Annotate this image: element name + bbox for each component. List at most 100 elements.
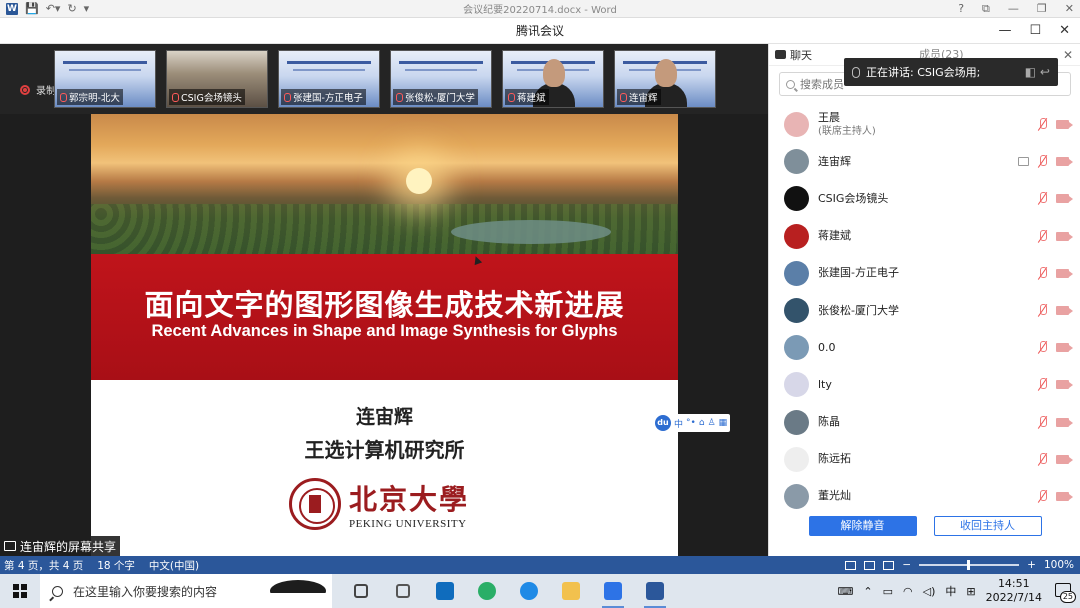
- video-tile[interactable]: 张俊松-厦门大学: [390, 50, 492, 108]
- close-icon[interactable]: ✕: [1065, 2, 1074, 16]
- speaking-controls[interactable]: ◧ ↩: [1025, 65, 1050, 79]
- mic-muted-icon[interactable]: [1037, 378, 1048, 391]
- camera-off-icon[interactable]: [1056, 194, 1073, 204]
- taskbar-search[interactable]: 在这里输入你要搜索的内容: [40, 574, 332, 608]
- mic-muted-icon[interactable]: [1037, 415, 1048, 429]
- camera-off-icon[interactable]: [1056, 491, 1073, 501]
- panel-close-icon[interactable]: ✕: [1063, 44, 1073, 66]
- camera-off-icon[interactable]: [1056, 454, 1073, 464]
- mic-muted-icon[interactable]: [1037, 489, 1048, 503]
- member-name: 董光灿: [818, 489, 851, 503]
- video-tile[interactable]: CSIG会场镜头: [166, 50, 268, 108]
- reclaim-host-button[interactable]: 收回主持人: [933, 516, 1042, 536]
- zoom-out-button[interactable]: −: [902, 559, 911, 571]
- battery-icon[interactable]: ▭: [883, 585, 893, 598]
- taskbar-app-edge[interactable]: [508, 574, 550, 608]
- mic-muted-icon[interactable]: [1037, 192, 1048, 205]
- camera-off-icon[interactable]: [1056, 120, 1073, 130]
- taskbar-app-wechat[interactable]: [466, 574, 508, 608]
- camera-off-icon[interactable]: [1056, 306, 1073, 316]
- mic-muted-icon[interactable]: [1037, 266, 1048, 280]
- restore-icon[interactable]: ❐: [1037, 2, 1047, 16]
- taskbar-app-file-explorer[interactable]: [550, 574, 592, 608]
- camera-off-icon[interactable]: [1056, 343, 1073, 353]
- unmute-button[interactable]: 解除静音: [808, 516, 917, 536]
- mic-muted-icon[interactable]: [1037, 341, 1048, 354]
- save-icon[interactable]: 💾: [25, 2, 39, 15]
- ribbon-display-icon[interactable]: ⧉: [982, 2, 990, 16]
- float-tool-user-icon[interactable]: ♙: [708, 418, 716, 428]
- float-tool-home-icon[interactable]: ⌂: [699, 418, 705, 428]
- member-row[interactable]: 连宙辉: [769, 143, 1080, 180]
- redo-icon[interactable]: ↻: [67, 2, 76, 15]
- tab-chat[interactable]: 聊天: [769, 47, 812, 63]
- shared-screen: 面向文字的图形图像生成技术新进展 Recent Advances in Shap…: [0, 114, 768, 556]
- member-row[interactable]: 蒋建斌: [769, 218, 1080, 255]
- read-mode-icon[interactable]: [845, 560, 857, 570]
- video-tile[interactable]: 蒋建斌: [502, 50, 604, 108]
- show-hidden-icons-icon[interactable]: ⌃: [863, 585, 872, 598]
- volume-icon[interactable]: ◁): [923, 585, 936, 598]
- float-tool-chinese-icon[interactable]: 中: [674, 417, 683, 430]
- camera-off-icon[interactable]: [1056, 231, 1073, 241]
- search-highlight-icon: [270, 580, 326, 602]
- camera-off-icon[interactable]: [1056, 268, 1073, 278]
- member-row[interactable]: lty: [769, 366, 1080, 403]
- camera-off-icon[interactable]: [1056, 380, 1073, 390]
- taskbar-app-word[interactable]: [634, 574, 676, 608]
- language[interactable]: 中文(中国): [149, 558, 199, 573]
- video-tile[interactable]: 连宙辉: [614, 50, 716, 108]
- float-tool-grid-icon[interactable]: ▦: [719, 418, 728, 428]
- start-button[interactable]: [0, 574, 40, 608]
- camera-off-icon[interactable]: [1056, 157, 1073, 167]
- member-row[interactable]: 董光灿: [769, 478, 1080, 515]
- zoom-slider[interactable]: [919, 560, 1020, 570]
- member-name-block: 董光灿: [818, 489, 851, 503]
- taskbar-app-outlook[interactable]: [424, 574, 466, 608]
- web-layout-icon[interactable]: [883, 560, 895, 570]
- float-tool-dots-icon[interactable]: °•: [686, 418, 696, 428]
- meeting-minimize-icon[interactable]: —: [998, 18, 1011, 44]
- meeting-close-icon[interactable]: ✕: [1059, 18, 1070, 44]
- print-layout-icon[interactable]: [864, 560, 876, 570]
- video-tile[interactable]: 张建国-方正电子: [278, 50, 380, 108]
- word-count[interactable]: 18 个字: [97, 558, 135, 573]
- minimize-icon[interactable]: —: [1008, 2, 1019, 16]
- mic-muted-icon[interactable]: [1037, 452, 1048, 466]
- camera-off-icon[interactable]: [1056, 417, 1073, 427]
- member-row[interactable]: 0.0: [769, 329, 1080, 366]
- ime-mode-icon[interactable]: ⊞: [966, 585, 975, 598]
- video-tile[interactable]: 郭宗明-北大: [54, 50, 156, 108]
- floating-toolbar[interactable]: du 中 °• ⌂ ♙ ▦: [652, 414, 731, 432]
- undo-icon[interactable]: ↶▾: [46, 2, 61, 15]
- clock[interactable]: 14:51 2022/7/14: [986, 577, 1042, 605]
- taskbar-app-tencent-meeting[interactable]: [592, 574, 634, 608]
- taskbar-app-task-view[interactable]: [340, 574, 382, 608]
- avatar: [784, 223, 809, 249]
- member-row[interactable]: 张俊松-厦门大学: [769, 292, 1080, 329]
- input-panel-icon[interactable]: ⌨: [837, 585, 853, 598]
- member-row[interactable]: 陈远拓: [769, 441, 1080, 478]
- notification-icon[interactable]: 25: [1052, 580, 1076, 603]
- du-badge-icon[interactable]: du: [655, 415, 671, 431]
- mic-muted-icon[interactable]: [1037, 304, 1048, 317]
- mic-muted-icon[interactable]: [1037, 229, 1048, 243]
- member-row[interactable]: 王晨 (联席主持人): [769, 106, 1080, 143]
- help-icon[interactable]: ?: [958, 2, 964, 16]
- member-row[interactable]: 张建国-方正电子: [769, 255, 1080, 292]
- wifi-icon[interactable]: ◠: [903, 585, 913, 598]
- member-row[interactable]: CSIG会场镜头: [769, 180, 1080, 217]
- meeting-maximize-icon[interactable]: ☐: [1029, 18, 1041, 44]
- chat-icon: [775, 50, 786, 59]
- taskbar-app-widgets[interactable]: [382, 574, 424, 608]
- mic-muted-icon[interactable]: [1037, 118, 1048, 131]
- zoom-in-button[interactable]: +: [1027, 559, 1036, 571]
- page-count[interactable]: 第 4 页，共 4 页: [4, 558, 83, 573]
- member-row[interactable]: 陈晶: [769, 404, 1080, 441]
- ime-indicator[interactable]: 中: [945, 583, 956, 599]
- file-explorer-icon: [562, 582, 580, 600]
- zoom-level[interactable]: 100%: [1044, 559, 1074, 571]
- quick-access-more-icon[interactable]: ▾: [84, 2, 90, 15]
- microphone-icon: [852, 66, 860, 78]
- mic-muted-icon[interactable]: [1037, 155, 1048, 168]
